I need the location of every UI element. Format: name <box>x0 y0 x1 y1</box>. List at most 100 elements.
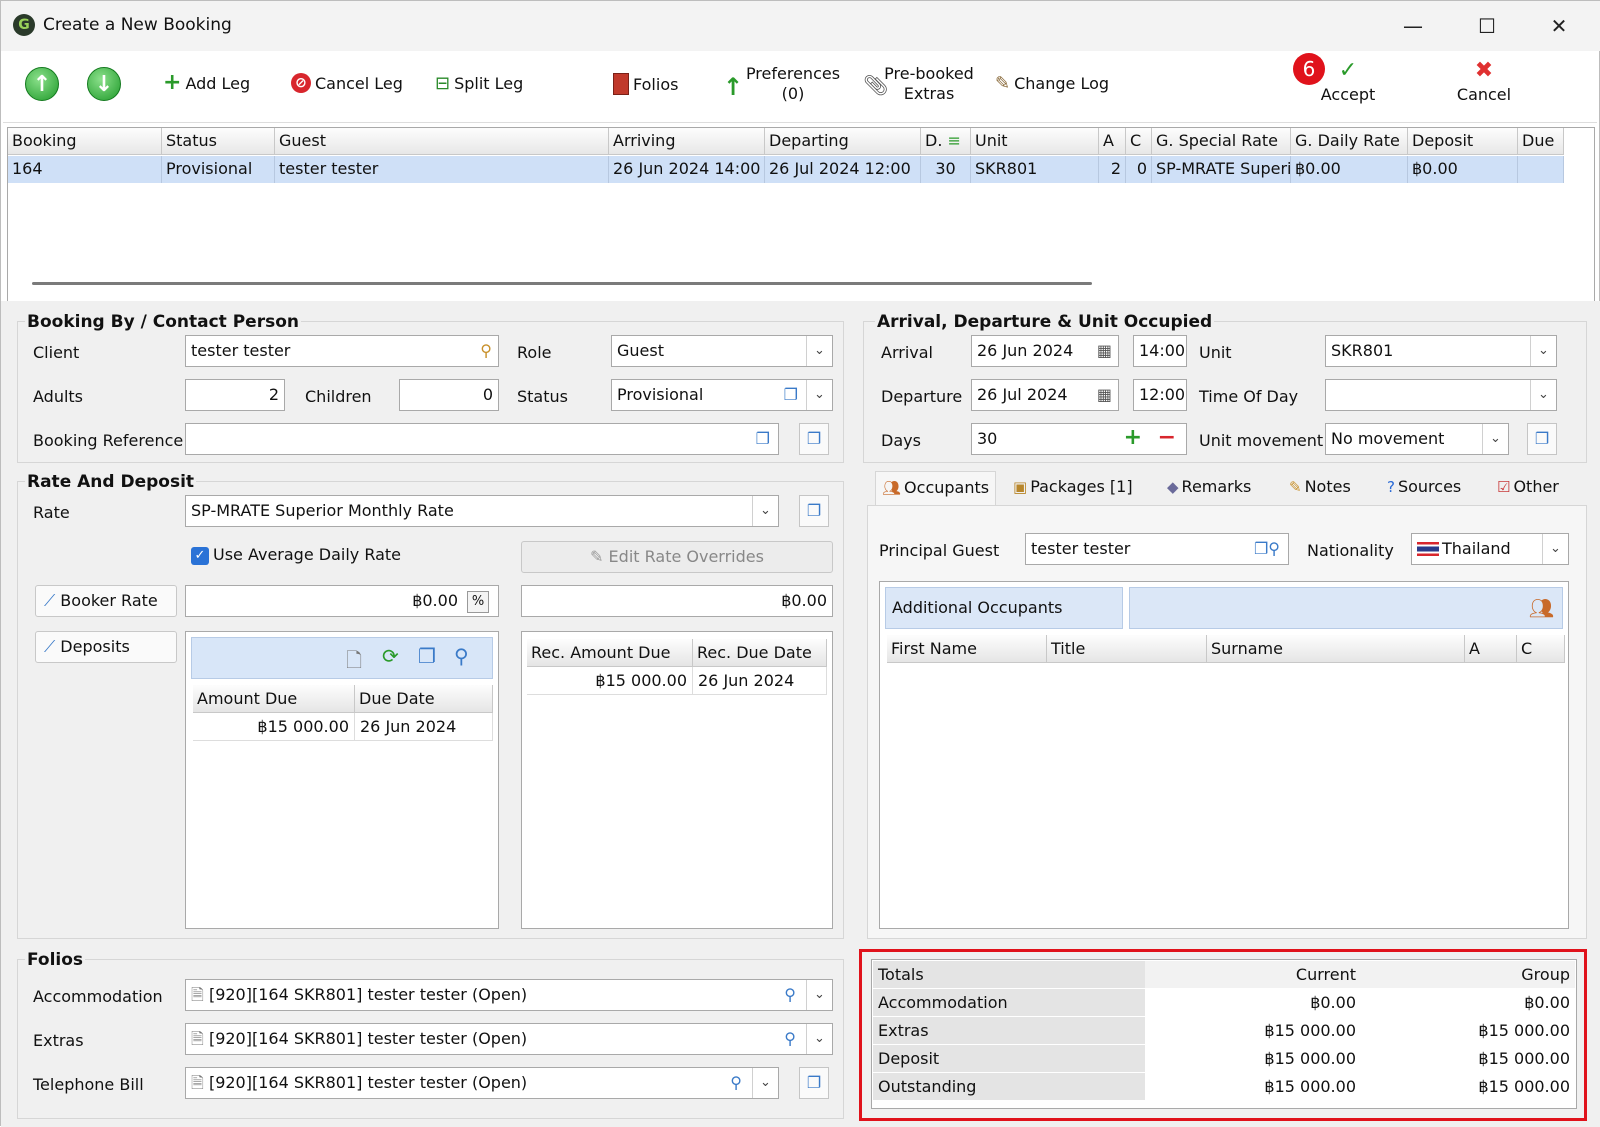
deposits-button[interactable]: ⟋ Deposits <box>35 631 177 663</box>
surname-header[interactable]: Surname <box>1207 635 1465 663</box>
close-window-button[interactable]: ✕ <box>1539 11 1579 41</box>
cancel-leg-button[interactable]: ⊘ Cancel Leg <box>291 73 403 93</box>
col-header-arriving[interactable]: Arriving <box>609 128 765 155</box>
arrival-time-field[interactable]: 14:00 <box>1133 335 1187 367</box>
adults-field[interactable]: 2 <box>185 379 285 411</box>
client-field[interactable]: tester tester ⚲ <box>185 335 499 367</box>
add-occupant-icon[interactable]: 👥︎ <box>1529 596 1554 620</box>
days-field[interactable]: 30 + − <box>971 423 1187 455</box>
booker-rate-button[interactable]: ⟋ Booker Rate <box>35 585 177 617</box>
col-header-guest[interactable]: Guest <box>275 128 609 155</box>
copy-icon[interactable]: ❐ <box>418 644 436 668</box>
occ-adults-header[interactable]: A <box>1465 635 1517 663</box>
status-select[interactable]: Provisional ❐ ⌄ <box>611 379 833 411</box>
nationality-select[interactable]: Thailand ⌄ <box>1411 533 1569 565</box>
tab-occupants[interactable]: 👥︎ Occupants <box>875 471 997 505</box>
col-header-status[interactable]: Status <box>162 128 275 155</box>
extras-folio-select[interactable]: 🗎︎ [920][164 SKR801] tester tester (Open… <box>185 1023 833 1055</box>
new-document-icon[interactable]: 🗋︎ <box>346 646 362 680</box>
title-header[interactable]: Title <box>1047 635 1207 663</box>
calendar-icon[interactable]: ▦ <box>1097 380 1112 410</box>
booking-ref-field[interactable]: ❐ <box>185 423 779 455</box>
occ-children-header[interactable]: C <box>1517 635 1565 663</box>
rec-due-date-header[interactable]: Rec. Due Date <box>693 639 827 667</box>
horizontal-scrollbar[interactable] <box>32 282 1092 285</box>
search-icon[interactable]: ⚲ <box>454 644 469 668</box>
chevron-down-icon: ⌄ <box>752 496 778 526</box>
totals-row-label: Outstanding <box>873 1073 1145 1101</box>
col-header-special-rate[interactable]: G. Special Rate <box>1152 128 1291 155</box>
lookup-icon[interactable]: ❐⚲ <box>1254 534 1280 564</box>
col-header-due[interactable]: Due <box>1518 128 1564 155</box>
edit-rate-overrides-button[interactable]: ✎ Edit Rate Overrides <box>521 541 833 573</box>
departure-time-field[interactable]: 12:00 <box>1133 379 1187 411</box>
tab-remarks[interactable]: ◆ Remarks <box>1161 471 1257 505</box>
minimize-button[interactable]: — <box>1393 11 1433 41</box>
move-up-button[interactable]: ↑ <box>25 67 59 101</box>
copy-telephone-button[interactable]: ❐ <box>799 1067 829 1099</box>
telephone-folio-select[interactable]: 🗎︎ [920][164 SKR801] tester tester (Open… <box>185 1067 779 1099</box>
tab-sources-label: Sources <box>1397 477 1462 496</box>
minus-icon[interactable]: − <box>1158 424 1176 453</box>
cancel-button[interactable]: ✖ Cancel <box>1449 60 1519 105</box>
percent-button[interactable]: % <box>467 591 489 613</box>
booker-rate-field[interactable]: ฿0.00 <box>185 585 499 617</box>
maximize-button[interactable]: ☐ <box>1467 11 1507 41</box>
departure-label: Departure <box>881 387 963 406</box>
tab-notes[interactable]: ✎ Notes <box>1283 471 1357 505</box>
role-select[interactable]: Guest ⌄ <box>611 335 833 367</box>
plus-icon[interactable]: + <box>1124 424 1142 453</box>
search-icon[interactable]: ⚲ <box>784 1024 796 1054</box>
col-header-children[interactable]: C <box>1126 128 1152 155</box>
arrival-date-field[interactable]: 26 Jun 2024 ▦ <box>971 335 1119 367</box>
tab-other[interactable]: ☑ Other <box>1491 471 1565 505</box>
col-header-adults[interactable]: A <box>1099 128 1126 155</box>
unit-movement-select[interactable]: No movement ⌄ <box>1325 423 1509 455</box>
calendar-icon[interactable]: ▦ <box>1097 336 1112 366</box>
col-header-deposit[interactable]: Deposit <box>1408 128 1518 155</box>
rec-amount-header[interactable]: Rec. Amount Due <box>527 639 693 667</box>
rate-select[interactable]: SP-MRATE Superior Monthly Rate ⌄ <box>185 495 779 527</box>
tab-packages[interactable]: ▣ Packages [1] <box>1007 471 1139 505</box>
preferences-button[interactable]: Preferences (0) <box>745 64 841 104</box>
use-avg-checkbox[interactable]: ✓ <box>191 547 209 565</box>
tab-sources[interactable]: ? Sources <box>1381 471 1467 505</box>
col-header-unit[interactable]: Unit <box>971 128 1099 155</box>
refresh-icon[interactable]: ⟳ <box>382 644 399 668</box>
add-leg-button[interactable]: + Add Leg <box>163 72 250 94</box>
telephone-folio-value: [920][164 SKR801] tester tester (Open) <box>208 1073 528 1092</box>
no-entry-icon: ⊘ <box>291 73 311 93</box>
chevron-down-icon: ⌄ <box>1530 336 1556 366</box>
search-icon[interactable]: ⚲ <box>730 1068 742 1098</box>
notes-icon: ✎ <box>1289 478 1302 496</box>
folios-button[interactable]: Folios <box>613 73 678 95</box>
change-log-button[interactable]: ✎ Change Log <box>995 73 1109 94</box>
accept-button[interactable]: ✓ Accept <box>1313 60 1383 105</box>
unit-select[interactable]: SKR801 ⌄ <box>1325 335 1557 367</box>
first-name-header[interactable]: First Name <box>887 635 1047 663</box>
totals-group-value: ฿15 000.00 <box>1361 1045 1575 1073</box>
copy-ref-button[interactable]: ❐ <box>799 423 829 455</box>
move-down-button[interactable]: ↓ <box>87 67 121 101</box>
copy-icon[interactable]: ❐ <box>756 424 770 454</box>
children-field[interactable]: 0 <box>399 379 499 411</box>
col-header-days[interactable]: D. ≡ <box>921 128 971 155</box>
prebooked-extras-button[interactable]: Pre-booked Extras <box>883 64 975 104</box>
time-of-day-select[interactable]: ⌄ <box>1325 379 1557 411</box>
copy-movement-button[interactable]: ❐ <box>1527 423 1557 455</box>
unit-movement-label: Unit movement <box>1199 431 1324 450</box>
due-date-header[interactable]: Due Date <box>355 685 493 713</box>
col-header-departing[interactable]: Departing <box>765 128 921 155</box>
principal-guest-field[interactable]: tester tester ❐⚲ <box>1025 533 1289 565</box>
rate-amount-field[interactable]: ฿0.00 <box>521 585 833 617</box>
departure-date-field[interactable]: 26 Jul 2024 ▦ <box>971 379 1119 411</box>
accommodation-folio-select[interactable]: 🗎︎ [920][164 SKR801] tester tester (Open… <box>185 979 833 1011</box>
copy-rate-button[interactable]: ❐ <box>799 495 829 527</box>
search-icon[interactable]: ⚲ <box>784 980 796 1010</box>
split-leg-button[interactable]: ⊟ Split Leg <box>435 73 523 94</box>
col-header-daily-rate[interactable]: G. Daily Rate <box>1291 128 1408 155</box>
client-lookup-icon[interactable]: ⚲ <box>480 336 492 366</box>
amount-due-header[interactable]: Amount Due <box>193 685 355 713</box>
copy-icon[interactable]: ❐ <box>784 380 798 410</box>
col-header-booking[interactable]: Booking <box>8 128 162 155</box>
